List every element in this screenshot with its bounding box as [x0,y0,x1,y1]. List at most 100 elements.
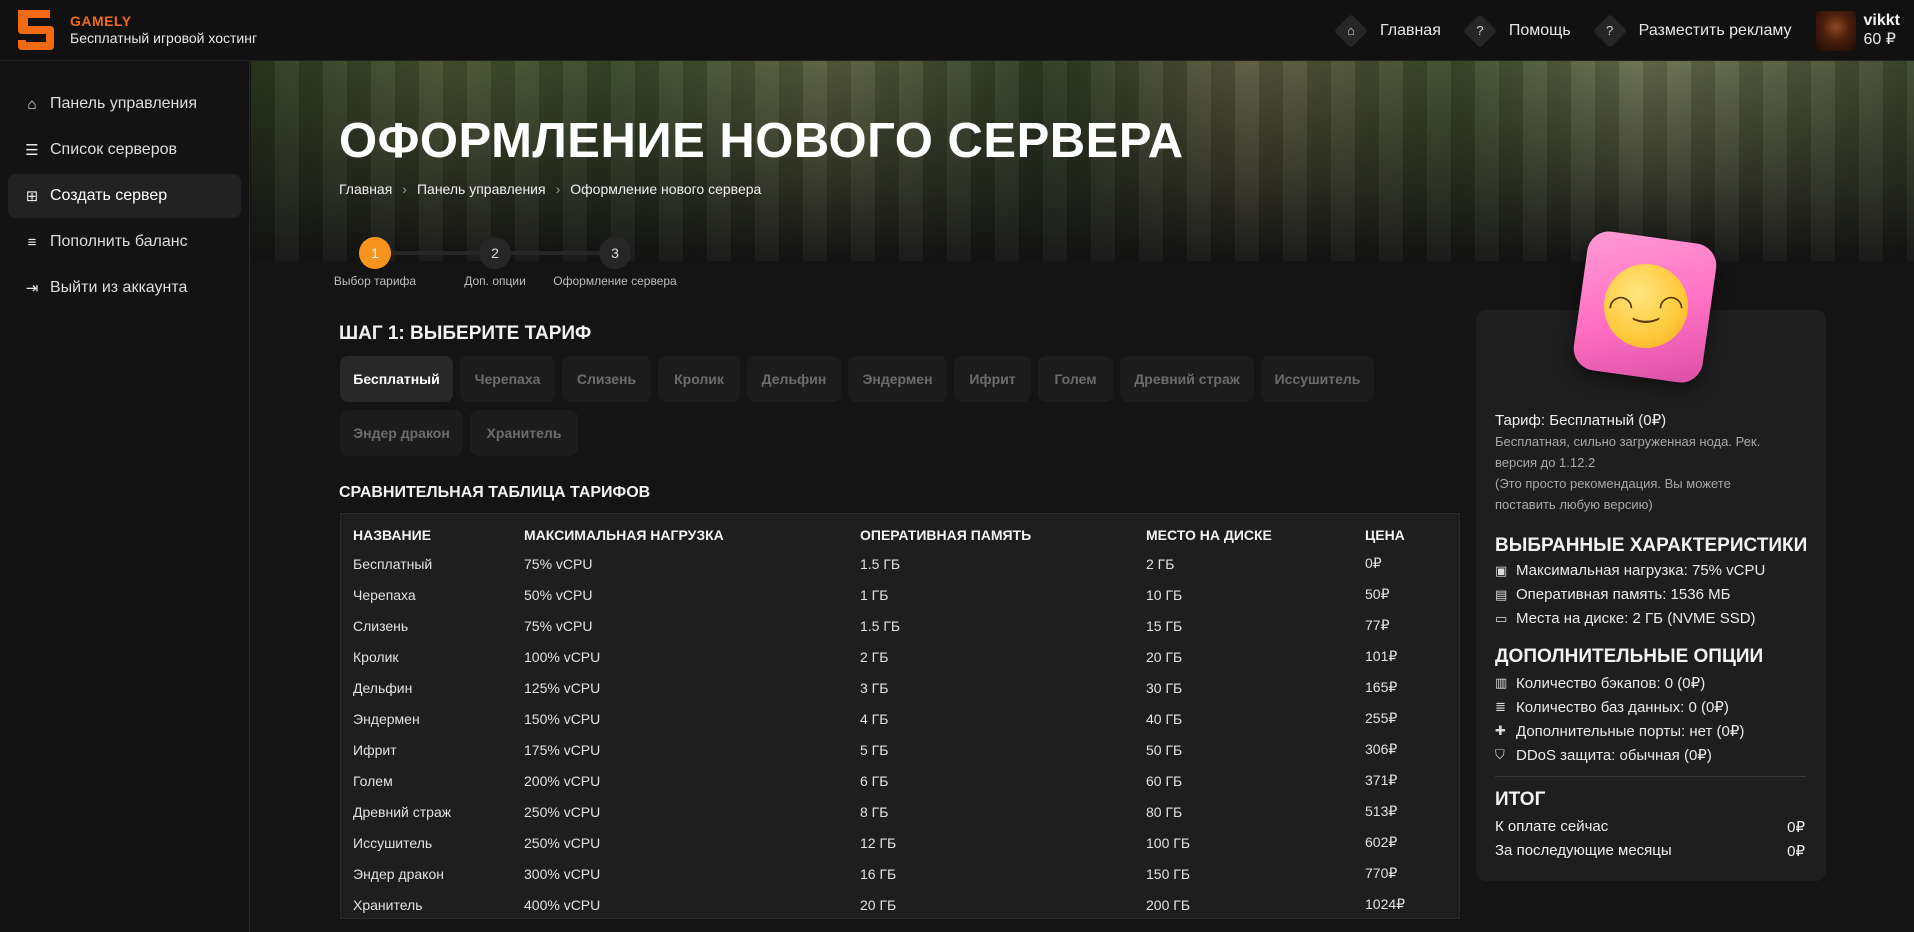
cell-name: Эндермен [353,710,420,727]
column-header-cpu: МАКСИМАЛЬНАЯ НАГРУЗКА [524,527,724,543]
cell-price: 50₽ [1365,586,1390,602]
tab-keeper[interactable]: Хранитель [470,410,578,456]
tab-free[interactable]: Бесплатный [340,356,453,402]
column-header-name: НАЗВАНИЕ [353,527,432,543]
help-icon: ? [1465,16,1495,46]
spec-ram-text: Оперативная память: 1536 МБ [1516,586,1731,603]
cell-disk: 15 ГБ [1146,617,1183,634]
monthly-value: 0₽ [1787,843,1805,860]
cell-ram: 1 ГБ [860,586,889,603]
tab-rabbit[interactable]: Кролик [658,356,740,402]
table-row: Ифрит 175% vCPU 5 ГБ 50 ГБ 306₽ [341,734,1459,765]
tab-slime[interactable]: Слизень [562,356,651,402]
tab-enderman[interactable]: Эндермен [848,356,947,402]
column-header-price: ЦЕНА [1365,527,1405,543]
user-balance: 60 ₽ [1863,30,1896,48]
tab-wither[interactable]: Иссушитель [1261,356,1374,402]
option-backups: ▥ Количество бэкапов: 0 (0₽) [1495,674,1705,692]
step-3[interactable]: 3 [599,237,631,269]
sidebar-item-dashboard[interactable]: ⌂ Панель управления [8,82,241,126]
user-menu[interactable]: vikkt 60 ₽ [1815,10,1900,51]
cell-ram: 12 ГБ [860,834,897,851]
cell-ram: 20 ГБ [860,896,897,913]
table-row: Кролик 100% vCPU 2 ГБ 20 ГБ 101₽ [341,641,1459,672]
chevron-right-icon: › [555,181,561,197]
user-name: vikkt [1863,11,1900,29]
avatar[interactable] [1815,10,1856,51]
sidebar-item-label: Список серверов [50,141,177,158]
spec-disk: ▭ Места на диске: 2 ГБ (NVME SSD) [1495,610,1756,627]
brand[interactable]: GAMELY Бесплатный игровой хостинг [14,6,257,52]
spec-disk-text: Места на диске: 2 ГБ (NVME SSD) [1516,610,1756,627]
cell-cpu: 75% vCPU [524,617,593,634]
cell-disk: 50 ГБ [1146,741,1183,758]
column-header-ram: ОПЕРАТИВНАЯ ПАМЯТЬ [860,527,1032,543]
cell-name: Древний страж [353,803,452,820]
sidebar-item-label: Панель управления [50,95,197,112]
sidebar-item-logout[interactable]: ⇥ Выйти из аккаунта [8,266,241,310]
pay-now-label: К оплате сейчас [1495,818,1609,835]
cell-ram: 1.5 ГБ [860,617,901,634]
cell-name: Хранитель [353,896,423,913]
pay-now-value: 0₽ [1787,819,1805,836]
cell-cpu: 300% vCPU [524,865,601,882]
cell-cpu: 75% vCPU [524,555,593,572]
comparison-table: НАЗВАНИЕ МАКСИМАЛЬНАЯ НАГРУЗКА ОПЕРАТИВН… [340,513,1460,919]
step-1[interactable]: 1 [359,237,391,269]
cell-price: 306₽ [1365,741,1398,757]
sidebar-item-create-server[interactable]: ⊞ Создать сервер [8,174,241,218]
brand-subtitle: Бесплатный игровой хостинг [70,29,258,46]
cell-ram: 6 ГБ [860,772,889,789]
breadcrumb-link-home[interactable]: Главная [339,181,392,197]
table-row: Слизень 75% vCPU 1.5 ГБ 15 ГБ 77₽ [341,610,1459,641]
cell-price: 371₽ [1365,772,1398,788]
server-list-icon: ☰ [25,142,39,159]
step-2-label: Доп. опции [464,274,526,288]
step-2[interactable]: 2 [479,237,511,269]
table-row: Голем 200% vCPU 6 ГБ 60 ГБ 371₽ [341,765,1459,796]
nav-ads-link[interactable]: ? Разместить рекламу [1595,16,1791,46]
table-row: Черепаха 50% vCPU 1 ГБ 10 ГБ 50₽ [341,579,1459,610]
cell-disk: 10 ГБ [1146,586,1183,603]
home-icon: ⌂ [27,95,37,113]
cell-cpu: 175% vCPU [524,741,601,758]
cell-name: Кролик [353,648,399,665]
cell-name: Эндер дракон [353,865,444,882]
comparison-table-title: СРАВНИТЕЛЬНАЯ ТАБЛИЦА ТАРИФОВ [339,484,651,501]
total-title: ИТОГ [1495,789,1546,810]
cell-cpu: 250% vCPU [524,803,601,820]
step-1-label: Выбор тарифа [333,274,417,288]
nav-help-label: Помощь [1508,21,1571,39]
cell-name: Иссушитель [353,834,433,851]
sidebar-item-server-list[interactable]: ☰ Список серверов [8,128,241,172]
sidebar-item-top-up[interactable]: ≡ Пополнить баланс [8,220,241,264]
nav-help-link[interactable]: ? Помощь [1465,16,1571,46]
nav-home-link[interactable]: ⌂ Главная [1336,16,1441,46]
cell-ram: 1.5 ГБ [860,555,901,572]
tab-ender-dragon[interactable]: Эндер дракон [340,410,463,456]
cell-disk: 80 ГБ [1146,803,1183,820]
tab-blaze[interactable]: Ифрит [954,356,1031,402]
tab-elder-guardian[interactable]: Древний страж [1120,356,1254,402]
breadcrumb-link-dashboard[interactable]: Панель управления [417,181,546,197]
table-row: Бесплатный 75% vCPU 1.5 ГБ 2 ГБ 0₽ [341,548,1459,579]
cell-price: 770₽ [1365,865,1398,881]
tab-turtle[interactable]: Черепаха [460,356,555,402]
logout-icon: ⇥ [25,280,39,297]
plus-square-icon: ⊞ [25,188,39,205]
option-ports: ✚ Дополнительные порты: нет (0₽) [1495,722,1744,740]
spec-cpu-text: Максимальная нагрузка: 75% vCPU [1516,562,1766,579]
shield-icon: ⛉ [1495,747,1505,762]
tab-dolphin[interactable]: Дельфин [747,356,841,402]
disk-icon: ▭ [1495,610,1508,626]
cell-price: 0₽ [1365,555,1382,571]
cell-price: 513₽ [1365,803,1398,819]
cell-price: 77₽ [1365,617,1390,633]
tab-golem[interactable]: Голем [1038,356,1113,402]
table-row: Эндермен 150% vCPU 4 ГБ 40 ГБ 255₽ [341,703,1459,734]
cell-name: Черепаха [353,586,416,603]
cell-disk: 2 ГБ [1146,555,1175,572]
cell-name: Ифрит [353,741,397,758]
table-row: Древний страж 250% vCPU 8 ГБ 80 ГБ 513₽ [341,796,1459,827]
tariff-section-title: ШАГ 1: ВЫБЕРИТЕ ТАРИФ [339,323,592,344]
